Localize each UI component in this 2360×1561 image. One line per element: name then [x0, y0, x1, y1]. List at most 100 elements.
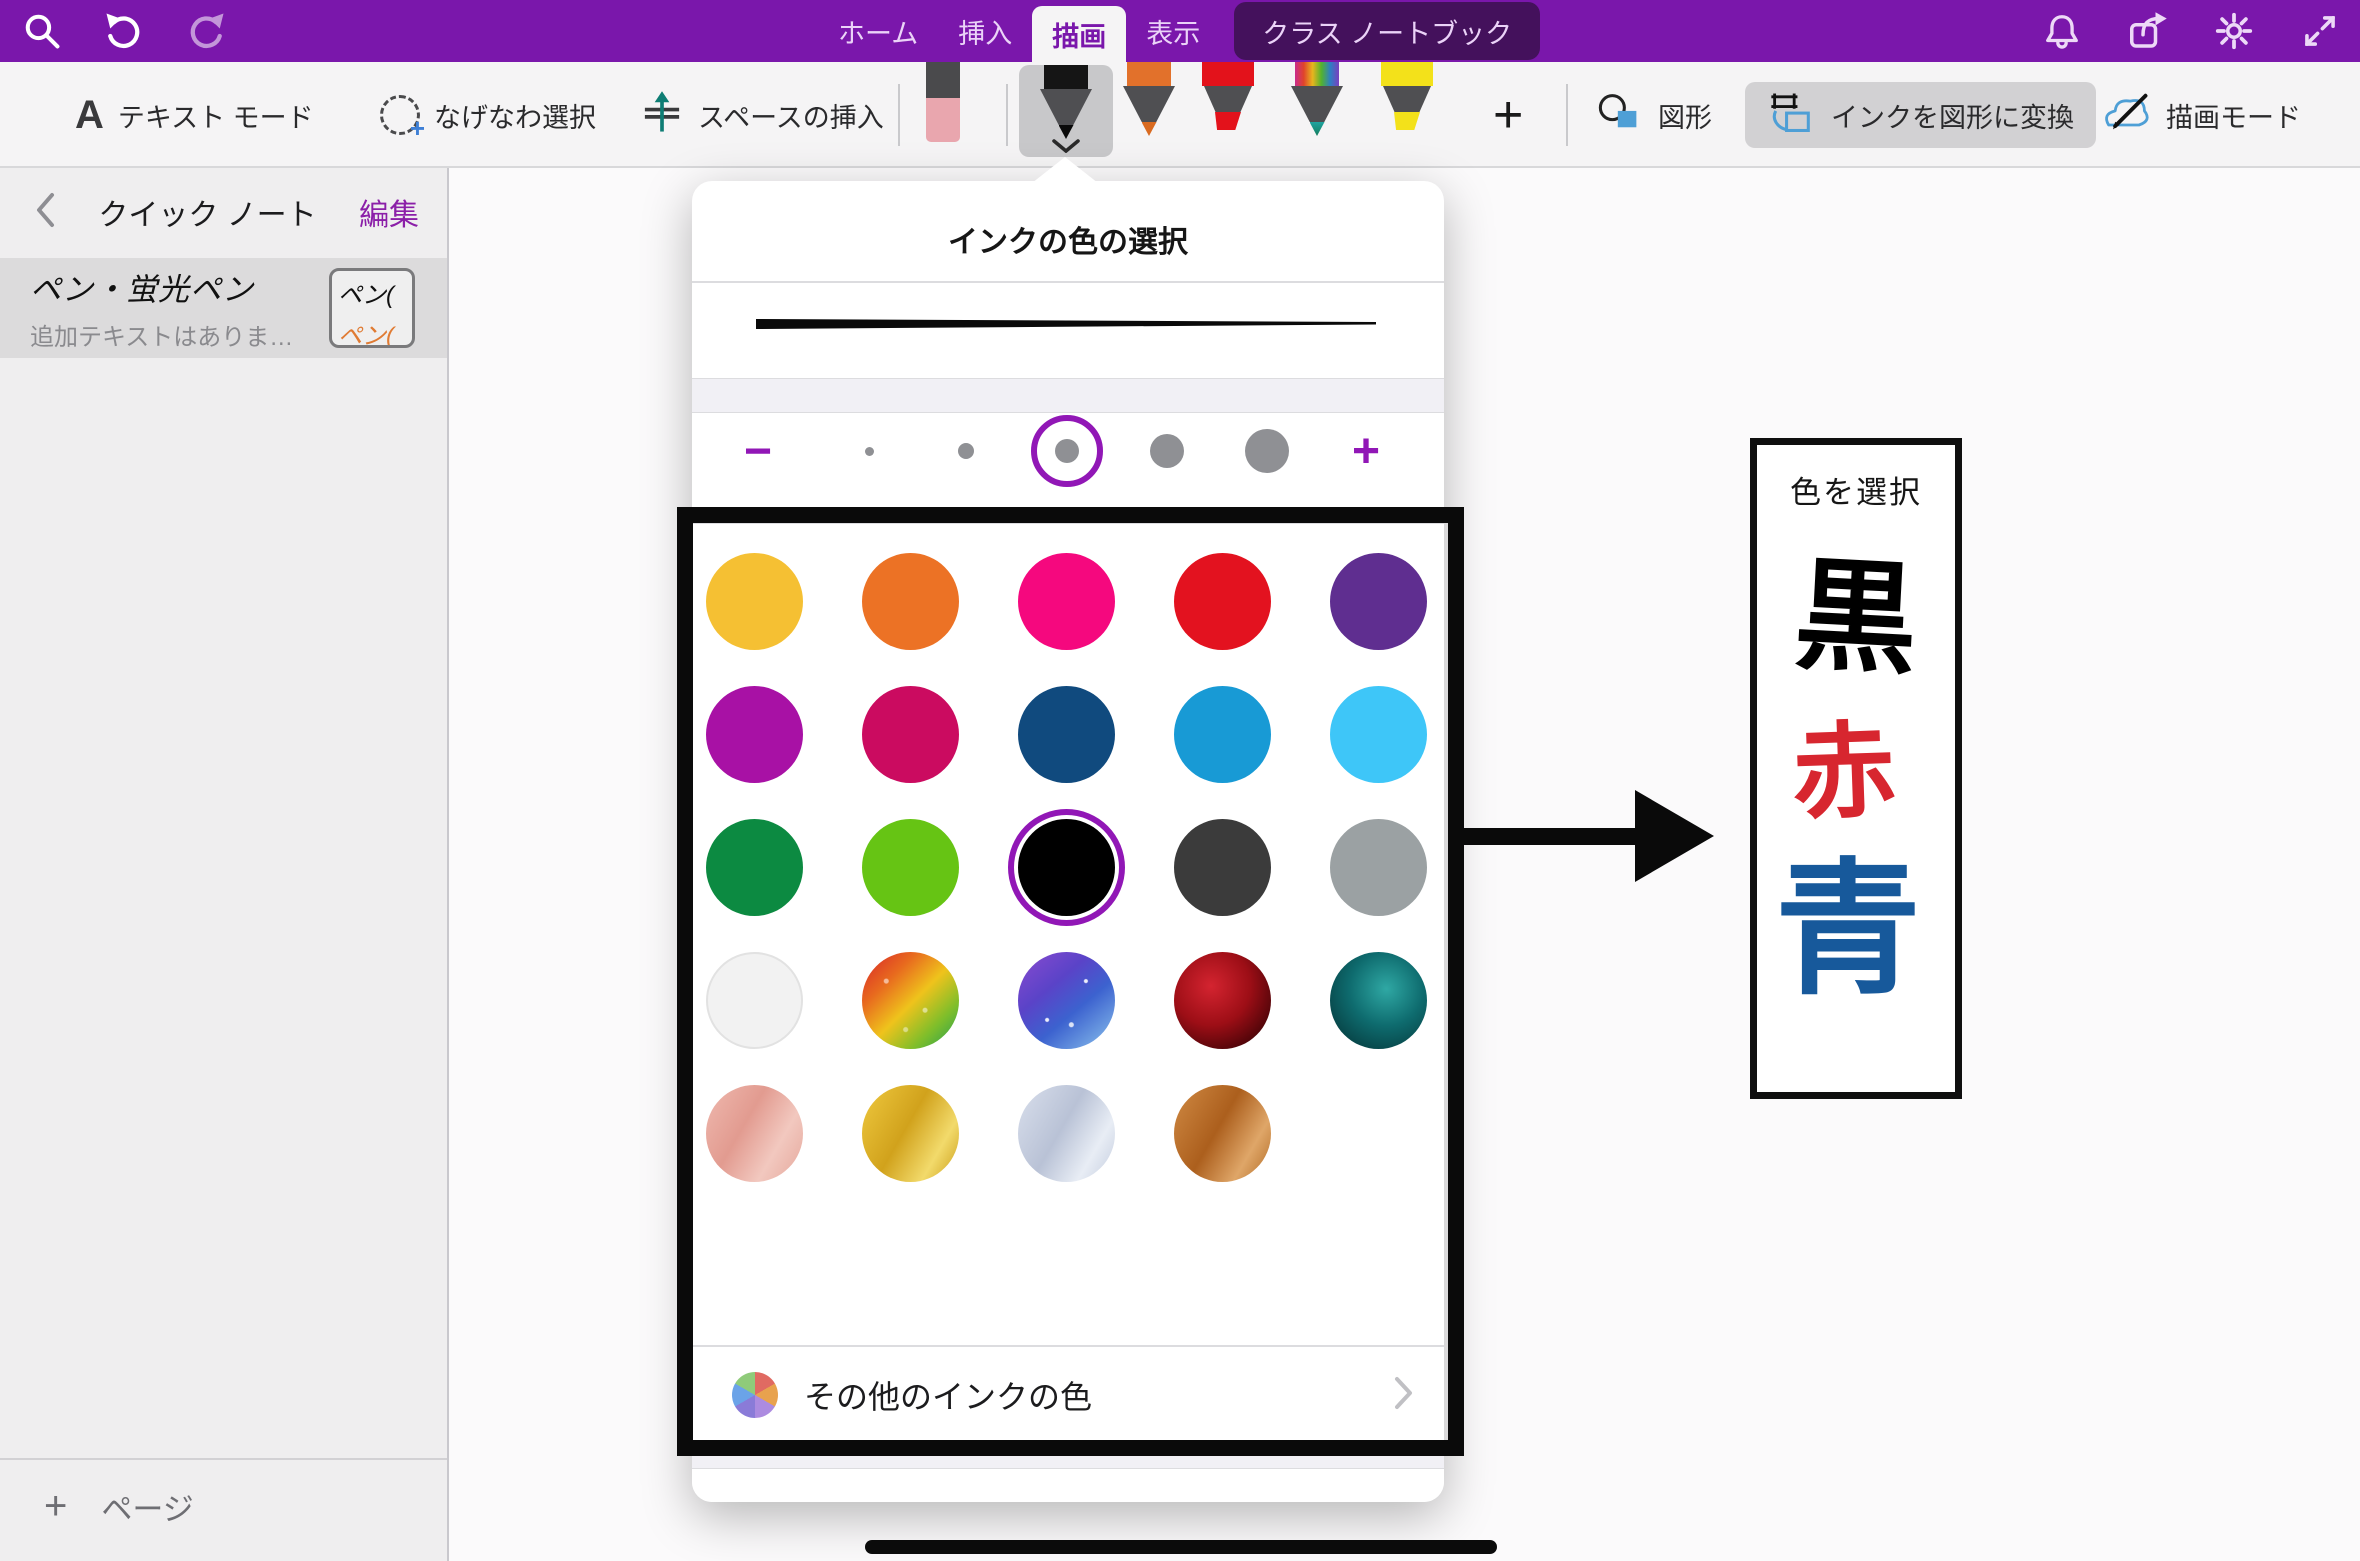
search-icon[interactable]	[22, 11, 62, 51]
swatch-white[interactable]	[706, 952, 803, 1049]
thickness-option-1[interactable]	[839, 421, 899, 481]
swatch-gray[interactable]	[1330, 819, 1427, 916]
swatch-lime-green[interactable]	[862, 819, 959, 916]
orange-pen-tool[interactable]	[1121, 62, 1177, 136]
shape-button[interactable]: 図形	[1596, 62, 1712, 168]
thickness-selector: − +	[692, 413, 1444, 489]
swatch-teal-smoke[interactable]	[1330, 952, 1427, 1049]
tab-class-notebook[interactable]: クラス ノートブック	[1234, 2, 1540, 60]
more-ink-colors-button[interactable]: その他のインクの色	[692, 1347, 1444, 1443]
toolbar-divider	[898, 84, 900, 146]
convert-ink-to-shape-button[interactable]: インクを図形に変換	[1745, 82, 2096, 148]
swatch-blue[interactable]	[1174, 686, 1271, 783]
swatch-galaxy[interactable]	[1018, 952, 1115, 1049]
draw-mode-icon	[2100, 90, 2152, 141]
thumb-text-orange: ペン(	[338, 316, 412, 348]
swatch-orange[interactable]	[862, 553, 959, 650]
bell-icon[interactable]	[2042, 11, 2082, 51]
draw-toolbar: A テキスト モード なげなわ選択 スペースの挿入	[0, 62, 2360, 168]
add-page-plus-icon: +	[44, 1484, 67, 1529]
text-mode-icon: A	[75, 93, 104, 138]
tab-draw[interactable]: 描画	[1032, 6, 1126, 62]
swatch-navy-blue[interactable]	[1018, 686, 1115, 783]
yellow-highlighter-tool[interactable]	[1379, 62, 1435, 130]
thickness-decrease-button[interactable]: −	[744, 413, 772, 489]
section-band	[692, 378, 1444, 413]
home-indicator[interactable]	[865, 1540, 1497, 1554]
swatch-silver-texture[interactable]	[1018, 1085, 1115, 1182]
swatch-charcoal[interactable]	[1174, 819, 1271, 916]
thickness-option-2[interactable]	[936, 421, 996, 481]
sidebar-header: クイック ノート 編集	[0, 168, 447, 256]
draw-mode-button[interactable]: 描画モード	[2100, 62, 2301, 168]
back-chevron-icon[interactable]	[34, 192, 56, 233]
add-page-button[interactable]: + ページ	[0, 1458, 447, 1529]
lasso-select-button[interactable]: なげなわ選択	[380, 62, 596, 168]
swatch-rose-gold[interactable]	[706, 1085, 803, 1182]
tab-insert[interactable]: 挿入	[938, 0, 1032, 62]
redo-icon[interactable]	[186, 11, 226, 51]
add-pen-plus: +	[1493, 85, 1523, 145]
more-ink-colors-label: その他のインクの色	[804, 1372, 1394, 1418]
swatch-gold-texture[interactable]	[862, 1085, 959, 1182]
text-mode-label: テキスト モード	[118, 96, 314, 135]
text-mode-button[interactable]: A テキスト モード	[75, 62, 314, 168]
chevron-down-icon[interactable]	[1051, 139, 1081, 158]
divider	[692, 522, 1444, 524]
page-subtitle: 追加テキストはありま…	[30, 317, 329, 352]
chevron-right-icon	[1394, 1376, 1414, 1415]
edit-button[interactable]: 編集	[359, 190, 419, 234]
swatch-red[interactable]	[1174, 553, 1271, 650]
page-sidebar: クイック ノート 編集 ペン・蛍光ペン 追加テキストはありま… ペン( ペン( …	[0, 168, 449, 1561]
swatch-green[interactable]	[706, 819, 803, 916]
notebook-title: クイック ノート	[56, 190, 359, 234]
swatch-sky-blue[interactable]	[1330, 686, 1427, 783]
swatch-gold[interactable]	[706, 553, 803, 650]
top-app-bar: ホーム 挿入 描画 表示 クラス ノートブック	[0, 0, 2360, 62]
add-pen-button[interactable]: +	[1493, 62, 1523, 168]
share-icon[interactable]	[2128, 11, 2168, 51]
gear-icon[interactable]	[2214, 11, 2254, 51]
swatch-black[interactable]	[1018, 819, 1115, 916]
color-wheel-icon	[732, 1372, 778, 1418]
annotation-arrow	[1452, 782, 1718, 895]
thickness-option-5[interactable]	[1237, 421, 1297, 481]
shape-icon	[1596, 92, 1644, 139]
toolbar-divider	[1566, 84, 1568, 146]
eraser-tool[interactable]	[926, 62, 960, 142]
lasso-icon	[380, 95, 420, 135]
page-list-item-selected[interactable]: ペン・蛍光ペン 追加テキストはありま… ペン( ペン(	[0, 258, 447, 358]
ink-color-popup: インクの色の選択 − + その他のインクの色	[692, 181, 1444, 1502]
handwritten-kanji-2: 赤	[1743, 718, 1945, 829]
expand-icon[interactable]	[2300, 11, 2340, 51]
divider	[692, 281, 1444, 283]
swatch-magenta[interactable]	[706, 686, 803, 783]
swatch-raspberry[interactable]	[862, 686, 959, 783]
thickness-option-3[interactable]	[1037, 421, 1097, 481]
swatch-rainbow-glitter[interactable]	[862, 952, 959, 1049]
swatch-pink[interactable]	[1018, 553, 1115, 650]
undo-icon[interactable]	[104, 11, 144, 51]
page-title: ペン・蛍光ペン	[30, 264, 329, 309]
insert-space-button[interactable]: スペースの挿入	[640, 62, 884, 168]
annotation-box-title: 色を選択	[1757, 467, 1955, 512]
popup-title: インクの色の選択	[692, 217, 1444, 261]
thumb-text-black: ペン(	[338, 275, 412, 310]
thickness-option-4[interactable]	[1137, 421, 1197, 481]
convert-ink-icon	[1767, 89, 1817, 142]
insert-space-label: スペースの挿入	[698, 96, 884, 135]
red-highlighter-tool[interactable]	[1200, 62, 1256, 130]
rainbow-pen-tool[interactable]	[1289, 62, 1345, 136]
black-pen-tool-selected[interactable]	[1019, 65, 1113, 157]
tab-home[interactable]: ホーム	[818, 0, 938, 62]
thickness-increase-button[interactable]: +	[1352, 413, 1380, 489]
color-select-annotation-box: 色を選択 黒赤青	[1750, 438, 1962, 1099]
swatch-bronze-texture[interactable]	[1174, 1085, 1271, 1182]
popup-footer	[692, 1469, 1444, 1502]
convert-ink-label: インクを図形に変換	[1831, 96, 2074, 135]
toolbar-divider	[1006, 84, 1008, 146]
tab-view[interactable]: 表示	[1126, 0, 1220, 62]
swatch-purple[interactable]	[1330, 553, 1427, 650]
section-band	[692, 1443, 1444, 1469]
swatch-red-smoke[interactable]	[1174, 952, 1271, 1049]
